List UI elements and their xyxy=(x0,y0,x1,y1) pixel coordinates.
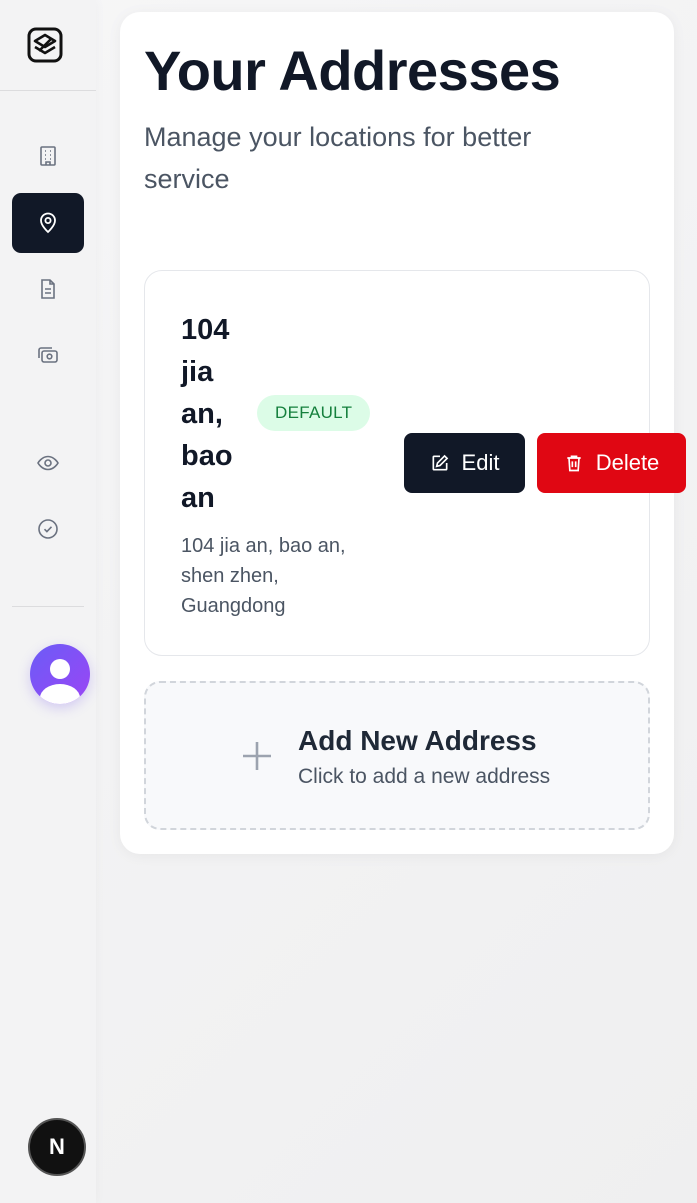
address-name: 104 jia an, bao an xyxy=(181,314,233,514)
nav-item-documents[interactable] xyxy=(12,259,84,319)
add-address-title: Add New Address xyxy=(298,725,537,756)
sidebar: N xyxy=(0,0,96,1203)
addresses-panel: Your Addresses Manage your locations for… xyxy=(120,12,686,854)
edit-address-button[interactable]: Edit xyxy=(404,433,525,493)
eye-icon xyxy=(37,455,59,471)
page-subtitle: Manage your locations for better service xyxy=(144,122,532,194)
check-circle-icon xyxy=(38,519,58,539)
edit-icon xyxy=(432,454,448,471)
add-new-address-button[interactable]: Add New Address Click to add a new addre… xyxy=(144,681,650,830)
nextjs-badge[interactable]: N xyxy=(28,1118,86,1176)
logo-icon xyxy=(27,27,63,63)
edit-button-label: Edit xyxy=(461,450,500,475)
location-pin-icon xyxy=(40,212,56,234)
document-icon xyxy=(41,279,55,299)
building-icon xyxy=(40,146,56,166)
nav-item-completed[interactable] xyxy=(12,499,84,559)
nav-item-addresses[interactable] xyxy=(12,193,84,253)
address-card: 104 jia an, bao an DEFAULT 104 jia an, b… xyxy=(144,270,686,656)
avatar[interactable] xyxy=(30,644,90,704)
nav-item-payments[interactable] xyxy=(12,325,84,385)
delete-button-label: Delete xyxy=(595,450,660,475)
address-detail: 104 jia an, bao an, shen zhen, Guangdong xyxy=(181,535,346,617)
app-logo[interactable] xyxy=(26,26,64,64)
page-title: Your Addresses xyxy=(144,39,561,102)
user-avatar-icon xyxy=(40,659,80,704)
nextjs-badge-letter: N xyxy=(49,1134,65,1159)
payment-icon xyxy=(38,347,58,363)
trash-icon xyxy=(567,455,581,472)
nav-item-view[interactable] xyxy=(12,433,84,493)
delete-address-button[interactable]: Delete xyxy=(537,433,686,493)
plus-icon xyxy=(243,742,271,770)
default-badge: DEFAULT xyxy=(257,395,371,431)
sidebar-divider xyxy=(0,90,96,91)
nav-item-buildings[interactable] xyxy=(12,126,84,186)
sidebar-divider xyxy=(12,606,84,607)
add-address-subtitle: Click to add a new address xyxy=(298,765,551,788)
